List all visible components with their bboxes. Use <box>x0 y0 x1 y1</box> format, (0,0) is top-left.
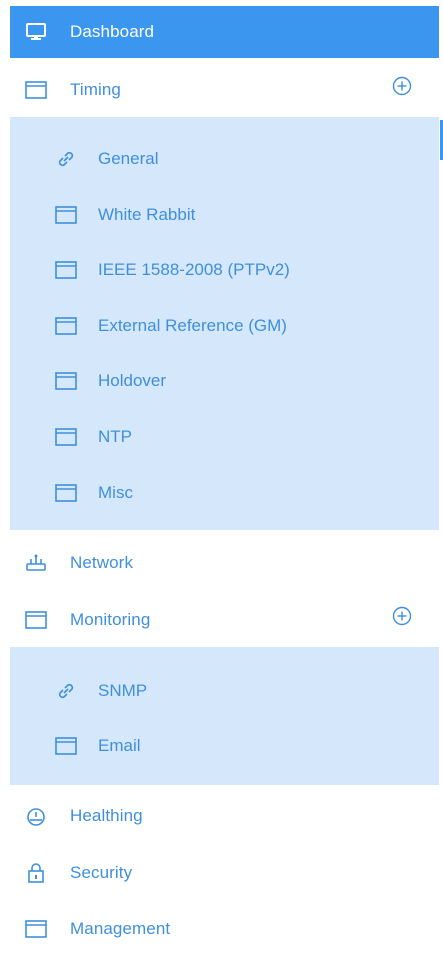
nav-item-label: Security <box>70 863 133 882</box>
window-icon <box>54 425 78 449</box>
window-icon <box>54 314 78 338</box>
nav-item-monitoring[interactable]: Monitoring <box>10 596 439 644</box>
monitoring-expand-button[interactable] <box>391 606 413 631</box>
submenu-item-label: Email <box>98 736 141 755</box>
submenu-item-label: External Reference (GM) <box>98 316 287 335</box>
timing-submenu: General White Rabbit IEEE 1588-2008 (PTP… <box>10 117 439 530</box>
submenu-item-email[interactable]: Email <box>54 726 141 766</box>
window-icon <box>54 369 78 393</box>
submenu-item-label: Misc <box>98 483 133 502</box>
nav-item-label: Management <box>70 919 171 938</box>
submenu-item-ntp[interactable]: NTP <box>54 417 132 457</box>
nav-item-security[interactable]: Security <box>10 849 439 897</box>
nav-item-timing[interactable]: Timing <box>10 66 439 114</box>
link-icon <box>54 147 78 171</box>
window-icon <box>54 481 78 505</box>
submenu-item-snmp[interactable]: SNMP <box>54 671 147 711</box>
nav-item-label: Monitoring <box>70 610 151 629</box>
submenu-item-misc[interactable]: Misc <box>54 473 133 513</box>
nav-item-label: Timing <box>70 80 121 99</box>
submenu-item-label: Holdover <box>98 371 167 390</box>
submenu-item-label: White Rabbit <box>98 205 196 224</box>
link-icon <box>54 679 78 703</box>
timing-expand-button[interactable] <box>391 76 413 101</box>
nav-item-label: Healthing <box>70 806 143 825</box>
window-icon <box>54 734 78 758</box>
submenu-item-label: IEEE 1588-2008 (PTPv2) <box>98 260 290 279</box>
lock-icon <box>24 861 48 885</box>
submenu-item-label: NTP <box>98 427 132 446</box>
window-icon <box>54 203 78 227</box>
monitoring-submenu: SNMP Email <box>10 647 439 785</box>
nav-item-healthing[interactable]: Healthing <box>10 792 439 840</box>
nav-item-management[interactable]: Management <box>10 905 439 953</box>
submenu-item-holdover[interactable]: Holdover <box>54 361 166 401</box>
nav-item-label: Network <box>70 553 134 572</box>
sidebar-nav: Dashboard Timing General White Rabbit IE… <box>0 0 443 959</box>
submenu-item-white-rabbit[interactable]: White Rabbit <box>54 195 195 235</box>
window-icon <box>24 608 48 632</box>
submenu-item-label: SNMP <box>98 681 148 700</box>
submenu-item-general[interactable]: General <box>54 139 158 179</box>
submenu-item-label: General <box>98 149 159 168</box>
plus-circle-icon <box>392 606 412 631</box>
window-icon <box>24 917 48 941</box>
nav-item-dashboard[interactable]: Dashboard <box>10 6 439 58</box>
network-icon <box>24 551 48 575</box>
gauge-icon <box>24 804 48 828</box>
window-icon <box>24 78 48 102</box>
nav-item-network[interactable]: Network <box>10 539 439 587</box>
nav-item-label: Dashboard <box>70 22 155 41</box>
submenu-item-external-reference[interactable]: External Reference (GM) <box>54 306 287 346</box>
window-icon <box>54 258 78 282</box>
submenu-item-ieee-1588[interactable]: IEEE 1588-2008 (PTPv2) <box>54 250 290 290</box>
plus-circle-icon <box>392 76 412 101</box>
monitor-icon <box>24 20 48 44</box>
